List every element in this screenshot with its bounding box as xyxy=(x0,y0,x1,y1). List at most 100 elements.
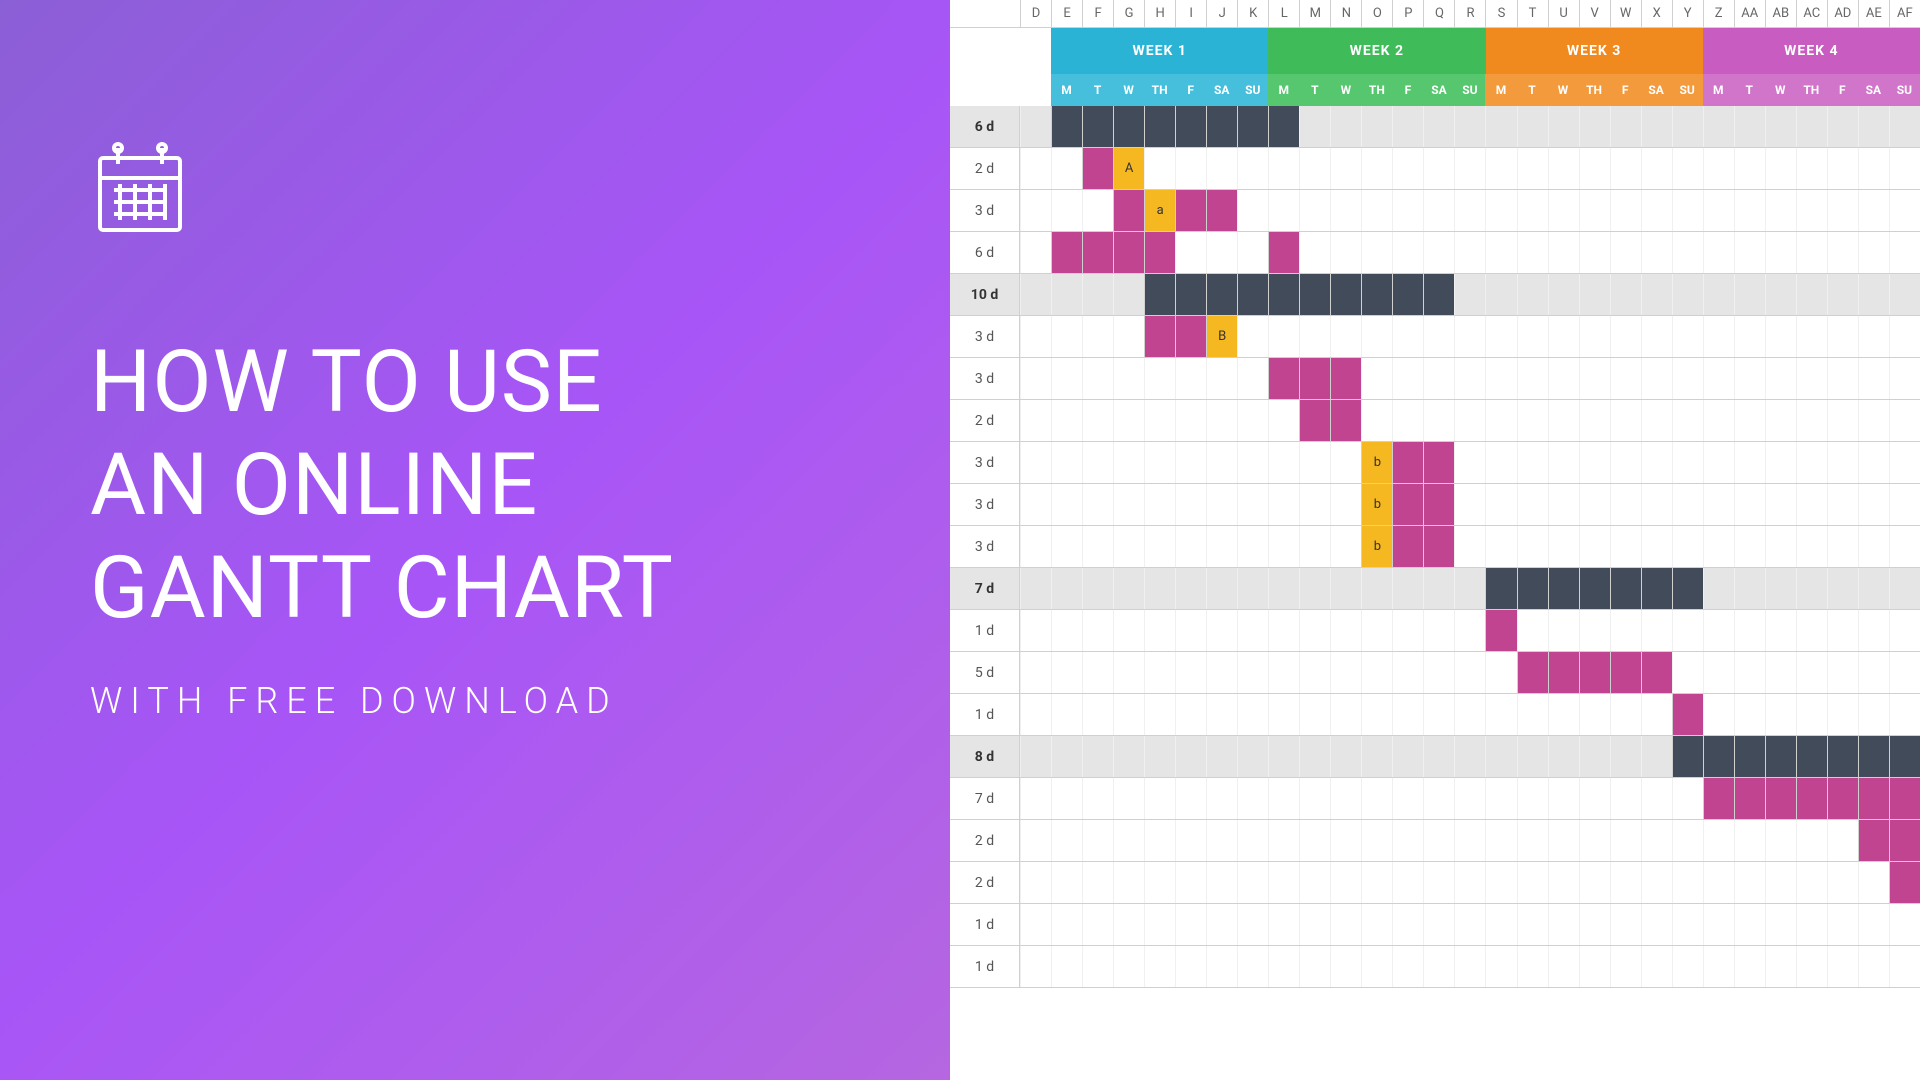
gantt-bar-cell: a xyxy=(1144,190,1175,231)
gantt-bar-cell xyxy=(1082,148,1113,189)
day-header: F xyxy=(1827,74,1858,106)
task-row: 8 d xyxy=(950,736,1920,778)
column-letter: R xyxy=(1454,0,1485,27)
column-letter: I xyxy=(1175,0,1206,27)
task-duration: 2 d xyxy=(950,400,1020,441)
column-letter: AD xyxy=(1827,0,1858,27)
task-duration: 3 d xyxy=(950,442,1020,483)
gantt-bar-cell xyxy=(1237,274,1268,315)
gantt-bar-cell xyxy=(1517,568,1548,609)
task-duration: 1 d xyxy=(950,610,1020,651)
day-header: TH xyxy=(1796,74,1827,106)
day-header: SA xyxy=(1858,74,1889,106)
gantt-bar-cell: A xyxy=(1113,148,1144,189)
week-header: WEEK 2 xyxy=(1268,28,1485,74)
gantt-bar-cell xyxy=(1765,736,1796,777)
task-row: 1 d xyxy=(950,610,1920,652)
task-row: 1 d xyxy=(950,694,1920,736)
gantt-bar-cell: B xyxy=(1206,316,1237,357)
column-letter: F xyxy=(1082,0,1113,27)
gantt-bar-cell xyxy=(1548,652,1579,693)
column-letter: N xyxy=(1330,0,1361,27)
column-letter: X xyxy=(1641,0,1672,27)
column-letter: AE xyxy=(1858,0,1889,27)
gantt-bar-cell xyxy=(1268,274,1299,315)
column-letter: J xyxy=(1206,0,1237,27)
gantt-bar-cell xyxy=(1144,316,1175,357)
day-header: W xyxy=(1548,74,1579,106)
gantt-bar-cell xyxy=(1144,274,1175,315)
gantt-bar-cell xyxy=(1206,106,1237,147)
calendar-icon xyxy=(90,140,860,240)
gantt-bar-cell xyxy=(1361,274,1392,315)
column-letter: AF xyxy=(1889,0,1920,27)
gantt-bar-cell xyxy=(1796,778,1827,819)
task-duration: 5 d xyxy=(950,652,1020,693)
hero-title: HOW TO USE AN ONLINE GANTT CHART xyxy=(90,330,860,640)
task-row: 7 d xyxy=(950,568,1920,610)
gantt-bar-cell xyxy=(1330,400,1361,441)
gantt-bar-cell xyxy=(1423,484,1454,525)
day-header: W xyxy=(1330,74,1361,106)
task-row: 7 d xyxy=(950,778,1920,820)
task-row: 3 db xyxy=(950,484,1920,526)
column-letter: S xyxy=(1485,0,1516,27)
column-letter: Q xyxy=(1423,0,1454,27)
gantt-bar-cell xyxy=(1051,232,1082,273)
gantt-bar-cell xyxy=(1268,358,1299,399)
gantt-bar-cell: b xyxy=(1361,442,1392,483)
task-duration: 6 d xyxy=(950,106,1020,147)
task-row: 3 d xyxy=(950,358,1920,400)
task-duration: 1 d xyxy=(950,694,1020,735)
gantt-bar-cell xyxy=(1579,652,1610,693)
gantt-bar-cell xyxy=(1268,232,1299,273)
gantt-bar-cell xyxy=(1392,274,1423,315)
task-duration: 2 d xyxy=(950,148,1020,189)
task-row: 1 d xyxy=(950,904,1920,946)
day-header: M xyxy=(1051,74,1082,106)
column-letter: Z xyxy=(1703,0,1734,27)
gantt-bar-cell xyxy=(1672,694,1703,735)
day-header: SU xyxy=(1889,74,1920,106)
gantt-bar-cell xyxy=(1827,778,1858,819)
gantt-bar-cell xyxy=(1579,568,1610,609)
task-row: 3 dB xyxy=(950,316,1920,358)
gantt-bar-cell xyxy=(1268,106,1299,147)
gantt-bar-cell xyxy=(1641,568,1672,609)
column-letter: T xyxy=(1517,0,1548,27)
task-row: 3 da xyxy=(950,190,1920,232)
day-header: F xyxy=(1392,74,1423,106)
gantt-bar-cell xyxy=(1827,736,1858,777)
gantt-bar-cell xyxy=(1858,820,1889,861)
gantt-bar-cell xyxy=(1765,778,1796,819)
gantt-bar-cell xyxy=(1423,442,1454,483)
gantt-bar-cell xyxy=(1082,232,1113,273)
column-letter: AB xyxy=(1765,0,1796,27)
gantt-bar-cell xyxy=(1734,736,1765,777)
day-header-row: MTWTHFSASUMTWTHFSASUMTWTHFSASUMTWTHFSASU xyxy=(950,74,1920,106)
task-duration: 3 d xyxy=(950,358,1020,399)
column-letter-row: DEFGHIJKLMNOPQRSTUVWXYZAAABACADAEAF xyxy=(950,0,1920,28)
day-header: SA xyxy=(1423,74,1454,106)
gantt-bar-cell xyxy=(1113,106,1144,147)
day-header: SU xyxy=(1237,74,1268,106)
task-row: 6 d xyxy=(950,232,1920,274)
hero-subtitle: WITH FREE DOWNLOAD xyxy=(90,680,860,722)
column-letter: D xyxy=(1020,0,1051,27)
gantt-bar-cell xyxy=(1330,358,1361,399)
gantt-bar-cell xyxy=(1299,358,1330,399)
day-header: TH xyxy=(1144,74,1175,106)
task-duration: 1 d xyxy=(950,946,1020,987)
day-header: SU xyxy=(1672,74,1703,106)
gantt-bar-cell xyxy=(1113,232,1144,273)
gantt-bar-cell xyxy=(1641,652,1672,693)
gantt-bar-cell xyxy=(1485,610,1516,651)
gantt-bar-cell xyxy=(1051,106,1082,147)
task-row: 1 d xyxy=(950,946,1920,988)
gantt-bar-cell xyxy=(1330,274,1361,315)
column-letter: P xyxy=(1392,0,1423,27)
column-letter: E xyxy=(1051,0,1082,27)
week-header: WEEK 4 xyxy=(1703,28,1920,74)
gantt-bar-cell xyxy=(1672,736,1703,777)
gantt-bar-cell xyxy=(1734,778,1765,819)
